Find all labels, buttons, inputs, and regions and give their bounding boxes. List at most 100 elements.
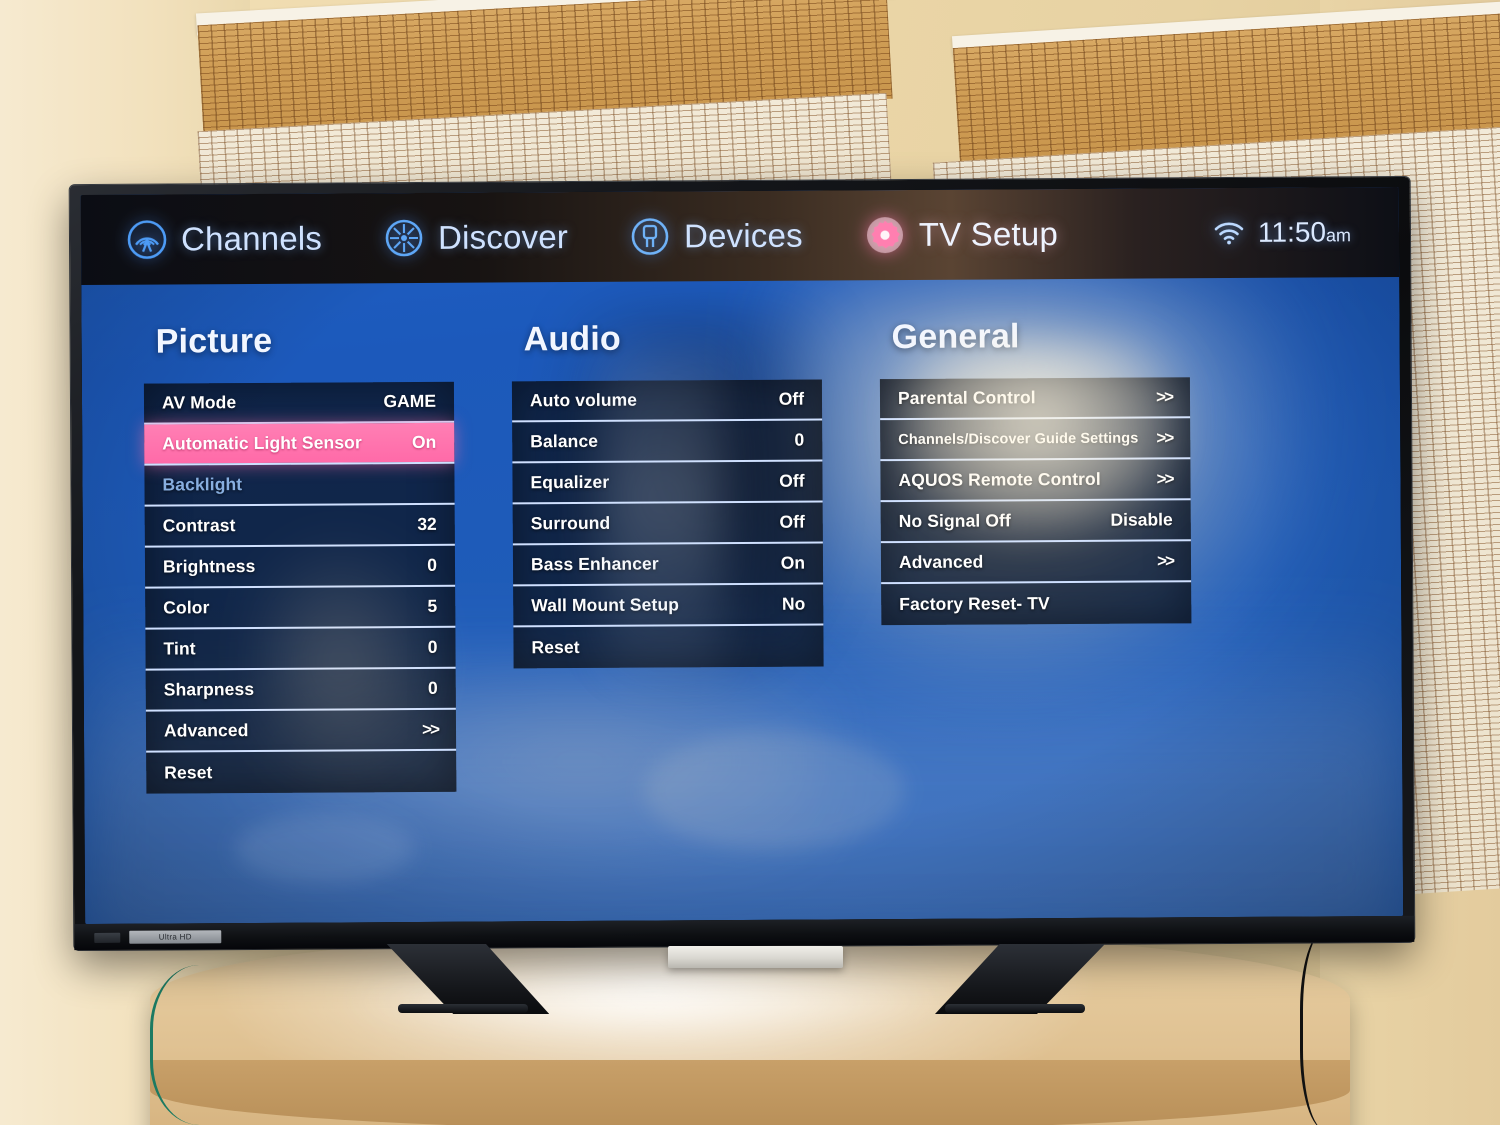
- nav-label-devices: Devices: [683, 216, 803, 255]
- power-cord-right: [1300, 930, 1363, 1125]
- menu-label: Parental Control: [897, 387, 1036, 409]
- menu-row-picture-advanced[interactable]: Advanced >>: [145, 709, 457, 753]
- nav-item-devices[interactable]: Devices: [630, 216, 803, 257]
- chevron-right-icon: >>: [1156, 386, 1173, 406]
- column-picture: Picture AV Mode GAME Automatic Light Sen…: [143, 321, 458, 924]
- menu-value: 0: [427, 554, 438, 575]
- nav-item-discover[interactable]: Discover: [384, 217, 568, 258]
- nav-label-tv-setup: TV Setup: [918, 215, 1059, 253]
- television: Channels Discover Devices TV Setup 11:50…: [69, 176, 1415, 951]
- menu-row-color[interactable]: Color 5: [145, 586, 456, 630]
- menu-row-automatic-light-sensor[interactable]: Automatic Light Sensor On: [144, 422, 455, 466]
- nav-label-channels: Channels: [180, 219, 323, 258]
- menu-value: On: [411, 431, 437, 453]
- menu-row-contrast[interactable]: Contrast 32: [144, 504, 455, 548]
- menu-row-audio-reset[interactable]: Reset: [513, 626, 823, 669]
- menu-label: Color: [163, 597, 210, 618]
- table-edge: [150, 1060, 1350, 1125]
- column-title-picture: Picture: [155, 321, 273, 361]
- menu-row-sharpness[interactable]: Sharpness 0: [145, 668, 456, 712]
- menu-label: Advanced: [898, 551, 984, 573]
- menu-value: 0: [794, 429, 805, 450]
- menu-row-no-signal-off[interactable]: No Signal Off Disable: [880, 500, 1191, 544]
- menu-value: Disable: [1110, 509, 1173, 530]
- menu-row-parental-control[interactable]: Parental Control >>: [879, 377, 1191, 421]
- chevron-right-icon: >>: [1156, 427, 1173, 447]
- status-area: 11:50am: [1214, 216, 1399, 249]
- menu-row-aquos-remote-control[interactable]: AQUOS Remote Control >>: [880, 459, 1191, 503]
- menu-label: Brightness: [162, 555, 256, 577]
- menu-label: Automatic Light Sensor: [162, 432, 362, 454]
- menu-row-surround[interactable]: Surround Off: [512, 502, 823, 546]
- menu-row-factory-reset-tv[interactable]: Factory Reset- TV: [881, 582, 1191, 625]
- column-audio: Audio Auto volume Off Balance 0 Equalize…: [511, 319, 826, 922]
- room-scene: Channels Discover Devices TV Setup 11:50…: [0, 0, 1500, 1125]
- tv-screen: Channels Discover Devices TV Setup 11:50…: [80, 186, 1404, 925]
- menu-label: Surround: [530, 512, 611, 534]
- menu-label: Bass Enhancer: [530, 553, 659, 575]
- menu-value: No: [781, 593, 806, 614]
- menu-label: Reset: [164, 762, 213, 783]
- menu-label: Wall Mount Setup: [531, 594, 680, 616]
- menu-label: Advanced: [163, 720, 249, 741]
- tv-stand-foot-right: [945, 1004, 1085, 1013]
- menu-value: On: [780, 552, 806, 573]
- column-title-audio: Audio: [523, 319, 622, 359]
- menu-label: Contrast: [162, 515, 236, 536]
- broadcast-icon: [127, 220, 167, 259]
- column-general: General Parental Control >> Channels/Dis…: [879, 316, 1194, 919]
- menu-label: Balance: [530, 430, 599, 452]
- plug-icon: [631, 218, 669, 255]
- menu-value: Off: [779, 511, 805, 532]
- clock-ampm: am: [1325, 225, 1352, 246]
- menu-list-audio: Auto volume Off Balance 0 Equalizer Off: [511, 379, 824, 669]
- power-cord-left: [150, 965, 273, 1125]
- wifi-icon: [1214, 222, 1244, 245]
- menu-row-brightness[interactable]: Brightness 0: [144, 545, 456, 589]
- tv-stand-foot-left: [398, 1004, 528, 1013]
- menu-row-av-mode[interactable]: AV Mode GAME: [143, 381, 455, 425]
- menu-row-bass-enhancer[interactable]: Bass Enhancer On: [512, 543, 824, 587]
- clock: 11:50am: [1258, 216, 1351, 249]
- gear-icon: [866, 217, 903, 254]
- column-title-general: General: [891, 317, 1020, 357]
- menu-value: 32: [417, 513, 437, 534]
- menu-value: GAME: [383, 390, 437, 412]
- menu-label: Backlight: [162, 474, 243, 495]
- media-device: [668, 946, 843, 968]
- clock-time: 11:50: [1257, 216, 1327, 248]
- tv-screen-bezel: Channels Discover Devices TV Setup 11:50…: [80, 186, 1404, 925]
- menu-row-tint[interactable]: Tint 0: [145, 627, 456, 671]
- top-navigation-bar: Channels Discover Devices TV Setup 11:50…: [80, 186, 1400, 286]
- menu-value: 0: [427, 636, 438, 657]
- menu-label: AQUOS Remote Control: [898, 468, 1101, 491]
- chevron-right-icon: >>: [422, 719, 439, 739]
- menu-label: No Signal Off: [898, 510, 1011, 532]
- menu-label: Sharpness: [163, 678, 255, 700]
- menu-list-general: Parental Control >> Channels/Discover Gu…: [879, 377, 1192, 626]
- nav-label-discover: Discover: [437, 218, 569, 256]
- menu-value: 0: [427, 677, 438, 698]
- settings-columns: Picture AV Mode GAME Automatic Light Sen…: [81, 277, 1403, 924]
- menu-value: Off: [779, 470, 805, 491]
- menu-label: Tint: [163, 638, 196, 659]
- menu-row-equalizer[interactable]: Equalizer Off: [512, 461, 823, 505]
- menu-row-balance[interactable]: Balance 0: [512, 420, 823, 464]
- tv-brand-logo: [94, 932, 121, 943]
- menu-row-general-advanced[interactable]: Advanced >>: [880, 541, 1192, 585]
- menu-value: 5: [427, 595, 438, 616]
- menu-row-guide-settings[interactable]: Channels/Discover Guide Settings >>: [880, 418, 1191, 462]
- menu-row-backlight[interactable]: Backlight: [144, 463, 455, 507]
- nav-item-tv-setup[interactable]: TV Setup: [865, 214, 1058, 255]
- menu-label: Auto volume: [529, 389, 638, 411]
- chevron-right-icon: >>: [1157, 550, 1174, 570]
- menu-row-wall-mount-setup[interactable]: Wall Mount Setup No: [513, 584, 824, 628]
- menu-label: AV Mode: [161, 392, 237, 413]
- menu-row-auto-volume[interactable]: Auto volume Off: [511, 379, 823, 423]
- nav-items: Channels Discover Devices TV Setup: [81, 214, 1120, 260]
- nav-item-channels[interactable]: Channels: [127, 219, 322, 260]
- chevron-right-icon: >>: [1156, 468, 1173, 488]
- menu-value: Off: [778, 388, 805, 409]
- menu-row-picture-reset[interactable]: Reset: [146, 751, 456, 794]
- menu-label: Equalizer: [530, 471, 610, 493]
